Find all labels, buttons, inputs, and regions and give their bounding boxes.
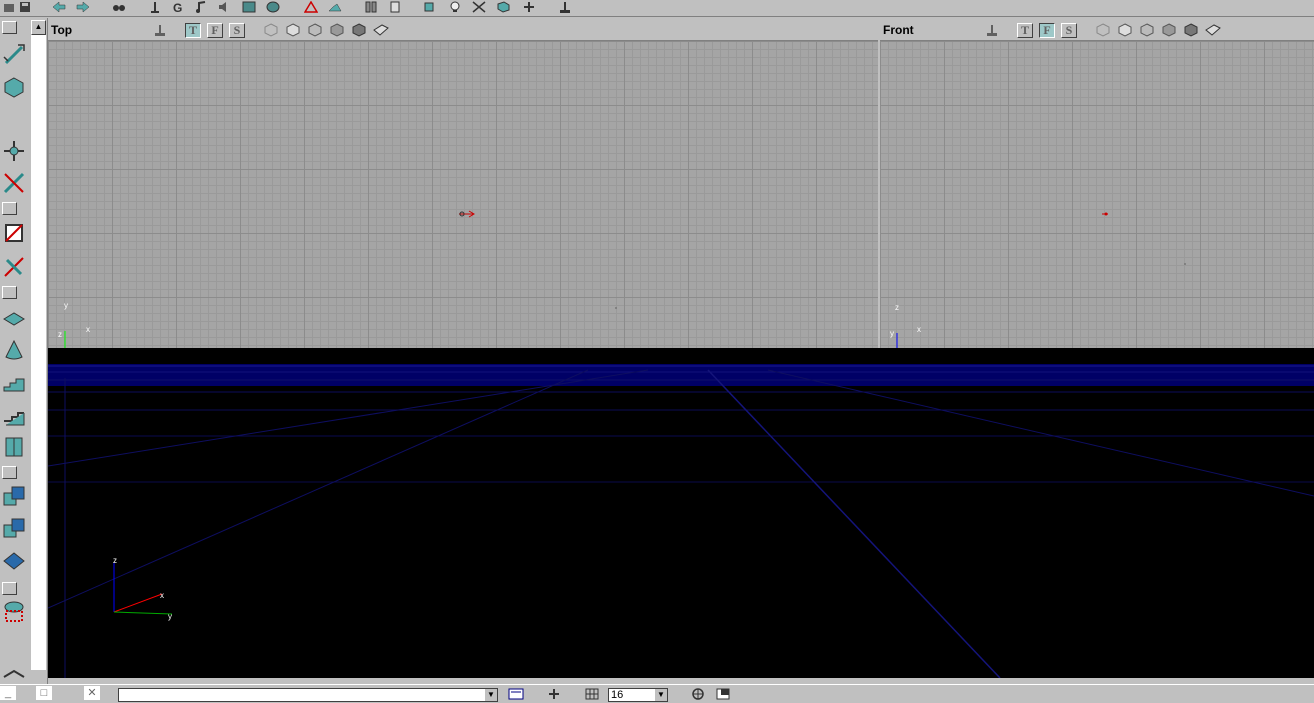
redo-icon[interactable] bbox=[74, 0, 92, 14]
sound-browser-icon[interactable] bbox=[216, 0, 234, 14]
light-icon[interactable] bbox=[446, 0, 464, 14]
actor-arrow-icon bbox=[459, 210, 475, 218]
axis-label-y: y bbox=[890, 329, 894, 338]
viewport-menu-icon[interactable] bbox=[984, 23, 1000, 37]
brush-clip-split-icon[interactable] bbox=[1, 254, 27, 280]
axis-label-y: y bbox=[168, 612, 172, 621]
subtract-brush-icon[interactable] bbox=[1, 516, 27, 542]
viewport-header: Top T F S bbox=[48, 20, 878, 41]
top-viewport-grid[interactable]: y x z bbox=[48, 41, 878, 348]
collapse-group-button[interactable] bbox=[2, 582, 17, 595]
music-browser-icon[interactable] bbox=[192, 0, 210, 14]
chevron-down-icon[interactable]: ▼ bbox=[655, 689, 667, 701]
collapse-group-button[interactable] bbox=[2, 202, 17, 215]
front-view-button[interactable]: F bbox=[1039, 23, 1055, 38]
group-browser-icon[interactable]: G bbox=[170, 0, 188, 14]
volume-icon[interactable] bbox=[1, 598, 27, 624]
build-lighting-icon[interactable] bbox=[520, 0, 538, 14]
texture-browser-icon[interactable] bbox=[240, 0, 258, 14]
actor-properties-icon[interactable] bbox=[420, 0, 438, 14]
animation-browser-icon[interactable] bbox=[362, 0, 380, 14]
add-mover-icon[interactable] bbox=[1, 548, 27, 574]
textured-icon[interactable] bbox=[351, 23, 367, 37]
front-viewport-grid[interactable]: z x y bbox=[880, 41, 1314, 348]
move-actor-icon[interactable] bbox=[1, 138, 27, 164]
camera-move-icon[interactable] bbox=[1, 42, 27, 68]
minimize-button[interactable]: _ bbox=[0, 686, 16, 700]
perspective-viewport[interactable]: z x y bbox=[48, 348, 1314, 678]
svg-text:G: G bbox=[173, 1, 182, 13]
front-view-button[interactable]: F bbox=[207, 23, 223, 38]
close-button[interactable]: ✕ bbox=[84, 686, 100, 700]
restore-button[interactable]: □ bbox=[36, 686, 52, 700]
front-viewport[interactable]: Front T F S z x y bbox=[880, 20, 1314, 348]
vertex-snap-icon[interactable] bbox=[546, 688, 562, 700]
play-map-icon[interactable] bbox=[556, 0, 574, 14]
cone-brush-icon[interactable] bbox=[1, 338, 27, 364]
axis-label-x: x bbox=[160, 591, 164, 600]
actor-marker-icon bbox=[1102, 212, 1108, 216]
rotation-snap-icon[interactable] bbox=[690, 688, 706, 700]
perspective-grid bbox=[48, 364, 1314, 678]
side-view-button[interactable]: S bbox=[229, 23, 245, 38]
dynamic-light-icon[interactable] bbox=[373, 23, 389, 37]
axis-gizmo-perspective bbox=[113, 563, 173, 615]
brush-clip-icon[interactable] bbox=[1, 220, 27, 246]
maximize-viewport-icon[interactable] bbox=[716, 688, 730, 700]
axis-label-z: z bbox=[113, 556, 117, 565]
wireframe-icon[interactable] bbox=[263, 23, 279, 37]
save-icon[interactable] bbox=[16, 0, 34, 14]
log-window-icon[interactable] bbox=[508, 688, 524, 700]
dynamic-light-icon[interactable] bbox=[1205, 23, 1221, 37]
viewport-menu-icon[interactable] bbox=[152, 23, 168, 37]
stairs-brush-icon[interactable] bbox=[1, 370, 27, 396]
top-viewport[interactable]: Top T F S y x z bbox=[48, 20, 878, 348]
bsp-cuts-icon[interactable] bbox=[329, 23, 345, 37]
undo-icon[interactable] bbox=[50, 0, 68, 14]
axis-label-z: z bbox=[895, 303, 899, 312]
main-toolbar: G bbox=[0, 0, 1314, 17]
build-geometry-icon[interactable] bbox=[494, 0, 512, 14]
side-view-button[interactable]: S bbox=[1061, 23, 1077, 38]
textured-icon[interactable] bbox=[1183, 23, 1199, 37]
axis-label-y: y bbox=[64, 301, 68, 310]
grid-size-value: 16 bbox=[611, 689, 624, 701]
plane-brush-icon[interactable] bbox=[1, 306, 27, 332]
grid-snap-icon[interactable] bbox=[584, 688, 600, 700]
vertex-edit-icon[interactable] bbox=[1, 74, 27, 100]
viewport-title: Front bbox=[883, 23, 914, 37]
viewport-title: Top bbox=[51, 23, 73, 37]
wireframe-icon[interactable] bbox=[1095, 23, 1111, 37]
collapse-group-button[interactable] bbox=[2, 21, 17, 34]
axis-gizmo-front bbox=[896, 333, 898, 348]
binoculars-icon[interactable] bbox=[110, 0, 128, 14]
collapse-group-button[interactable] bbox=[2, 466, 17, 479]
zone-view-icon[interactable] bbox=[1117, 23, 1133, 37]
code-browser-icon[interactable] bbox=[386, 0, 404, 14]
axis-gizmo-top bbox=[64, 331, 66, 348]
surface-properties-icon[interactable] bbox=[470, 0, 488, 14]
top-view-button[interactable]: T bbox=[1017, 23, 1033, 38]
axis-label-z: z bbox=[58, 330, 62, 339]
static-mesh-icon[interactable] bbox=[326, 0, 344, 14]
spiral-stairs-icon[interactable] bbox=[1, 402, 27, 428]
texture-usage-icon[interactable] bbox=[1139, 23, 1155, 37]
toolbox-scrollbar[interactable]: ▲ bbox=[31, 20, 46, 670]
collapse-group-button[interactable] bbox=[2, 286, 17, 299]
chevron-down-icon[interactable]: ▼ bbox=[485, 689, 497, 701]
texture-usage-icon[interactable] bbox=[307, 23, 323, 37]
axis-label-x: x bbox=[86, 325, 90, 334]
top-view-button[interactable]: T bbox=[185, 23, 201, 38]
mesh-browser-icon[interactable] bbox=[264, 0, 282, 14]
bsp-cuts-icon[interactable] bbox=[1161, 23, 1177, 37]
viewport-header: Front T F S bbox=[880, 20, 1314, 41]
axis-label-x: x bbox=[917, 325, 921, 334]
zone-view-icon[interactable] bbox=[285, 23, 301, 37]
scale-actor-icon[interactable] bbox=[1, 170, 27, 196]
scroll-up-button[interactable]: ▲ bbox=[31, 20, 46, 35]
sheet-brush-icon[interactable] bbox=[1, 434, 27, 460]
actor-browser-icon[interactable] bbox=[146, 0, 164, 14]
add-brush-icon[interactable] bbox=[1, 484, 27, 510]
prefab-icon[interactable] bbox=[302, 0, 320, 14]
